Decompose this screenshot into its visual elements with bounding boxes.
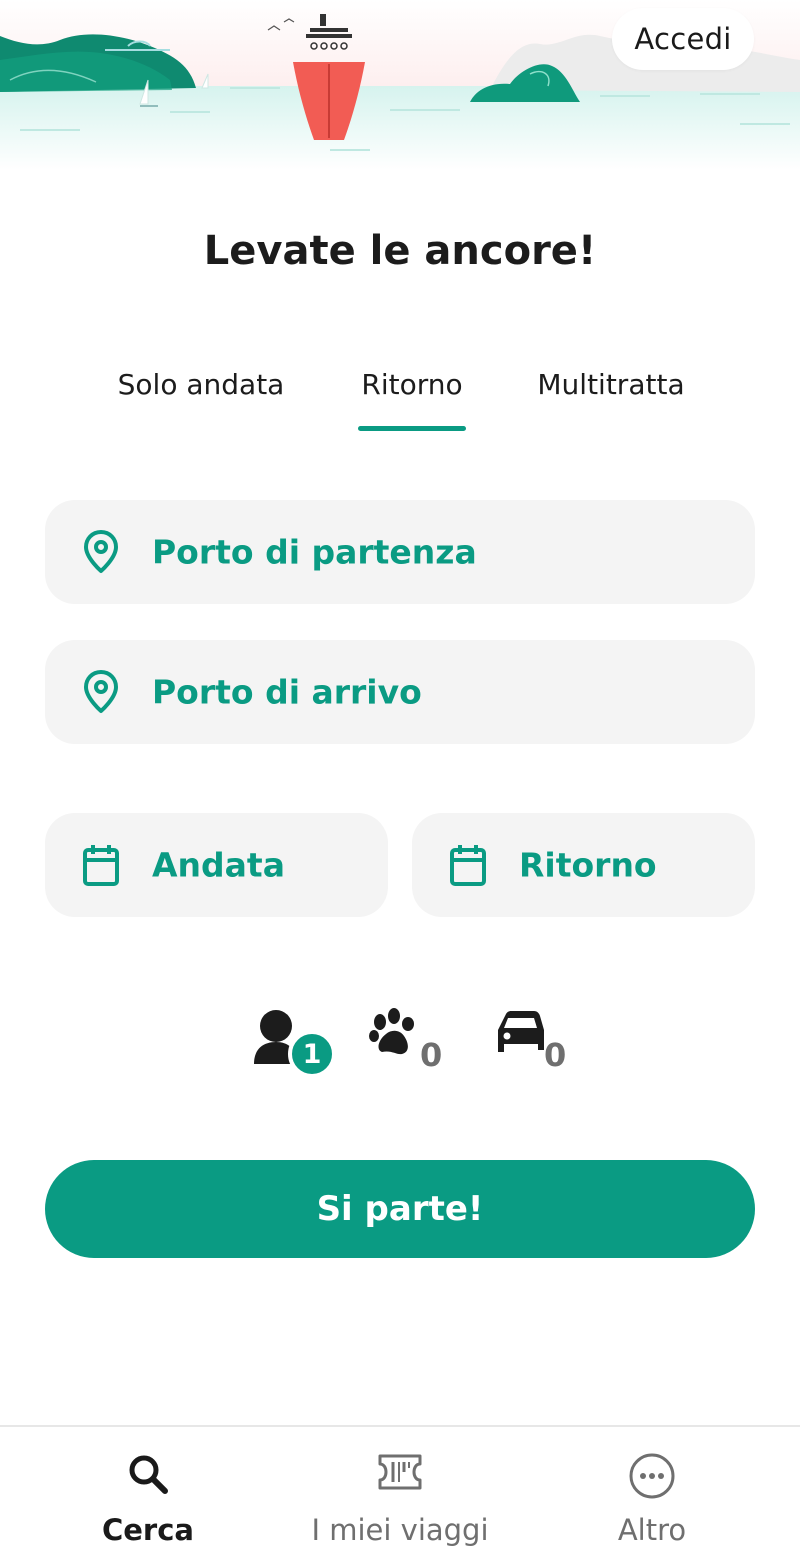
departure-port-field[interactable]: Porto di partenza: [45, 500, 755, 604]
nav-item-search[interactable]: Cerca: [80, 1427, 216, 1567]
nav-item-label: Altro: [617, 1513, 687, 1547]
arrival-port-field[interactable]: Porto di arrivo: [45, 640, 755, 744]
arrival-port-placeholder: Porto di arrivo: [152, 672, 422, 712]
location-pin-icon: [84, 530, 118, 573]
car-icon: [498, 1011, 544, 1052]
travellers-summary: 1 0 0: [0, 1000, 800, 1090]
return-date-field[interactable]: Ritorno: [412, 813, 755, 917]
header-illustration: Accedi: [0, 0, 800, 170]
vehicles-count: 0: [544, 1036, 567, 1074]
pets-count: 0: [420, 1036, 443, 1074]
tab-one-way[interactable]: Solo andata: [100, 360, 302, 432]
pets-counter[interactable]: 0: [368, 1000, 450, 1090]
departure-port-placeholder: Porto di partenza: [152, 532, 477, 572]
page-title: Levate le ancore!: [203, 228, 597, 274]
nav-item-more[interactable]: Altro: [590, 1427, 714, 1567]
passengers-count-badge: 1: [288, 1030, 336, 1078]
ticket-icon: [378, 1454, 422, 1490]
paw-icon: [369, 1008, 414, 1055]
outbound-date-placeholder: Andata: [152, 845, 285, 885]
bottom-navigation: Cerca I miei viaggi Altro: [0, 1425, 800, 1567]
passengers-counter[interactable]: 1: [250, 1000, 340, 1090]
search-icon: [129, 1455, 168, 1494]
login-button[interactable]: Accedi: [612, 8, 754, 70]
nav-item-my-trips[interactable]: I miei viaggi: [300, 1427, 500, 1567]
return-date-placeholder: Ritorno: [519, 845, 657, 885]
outbound-date-field[interactable]: Andata: [45, 813, 388, 917]
location-pin-icon: [84, 670, 118, 713]
calendar-icon: [450, 845, 486, 886]
vehicles-counter[interactable]: 0: [492, 1000, 572, 1090]
search-trips-button[interactable]: Si parte!: [45, 1160, 755, 1258]
calendar-icon: [83, 845, 119, 886]
tab-return[interactable]: Ritorno: [356, 360, 468, 432]
nav-item-label: I miei viaggi: [311, 1513, 489, 1547]
more-icon: [629, 1453, 675, 1499]
nav-item-label: Cerca: [101, 1513, 194, 1547]
trip-type-tabs: Solo andata Ritorno Multitratta: [0, 360, 800, 440]
active-tab-indicator: [358, 426, 466, 431]
tab-multi-leg[interactable]: Multitratta: [526, 360, 696, 432]
